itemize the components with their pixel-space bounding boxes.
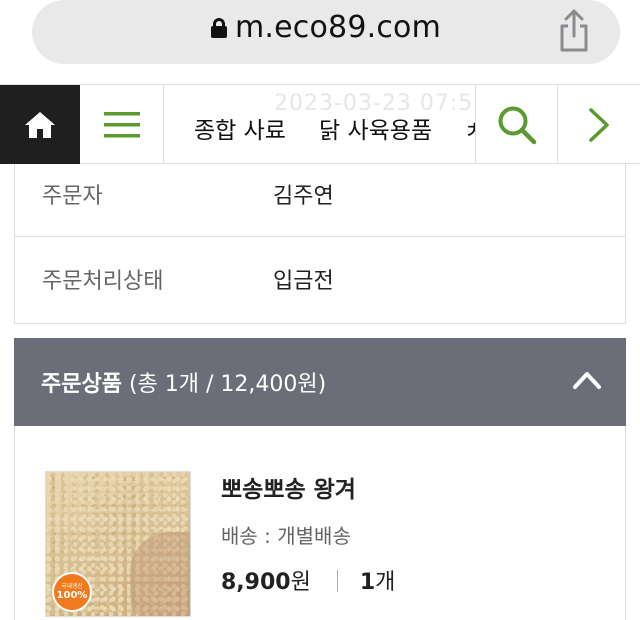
shipping-method: 배송 : 개별배송	[221, 524, 351, 548]
search-icon	[498, 106, 536, 144]
product-name-link[interactable]: 뽀송뽀송 왕겨	[221, 470, 356, 504]
menu-button[interactable]	[80, 85, 164, 164]
address-bar[interactable]: m.eco89.com	[32, 0, 620, 64]
order-status-label: 주문처리상태	[42, 269, 164, 294]
order-item: 국내생산 100% 뽀송뽀송 왕겨 배송 : 개별배송 8,900원 1개	[14, 426, 626, 620]
price-qty-divider	[336, 570, 338, 592]
quantity-value: 1	[359, 570, 376, 595]
product-thumbnail[interactable]: 국내생산 100%	[45, 471, 191, 617]
badge-top-text: 국내생산	[60, 583, 84, 590]
url-text: m.eco89.com	[234, 10, 442, 45]
ordered-items-label: 주문상품	[41, 372, 122, 397]
orderer-label: 주문자	[42, 184, 103, 209]
home-button[interactable]	[0, 85, 80, 164]
order-info-table: 주문자 김주연 주문처리상태 입금전	[14, 164, 626, 324]
category-scroller[interactable]: 2023-03-23 07:51 종합 사료 닭 사육용품 ㅊ	[164, 85, 475, 164]
ordered-items-title: 주문상품 (총 1개 / 12,400원)	[41, 366, 326, 398]
badge-percent: 100%	[56, 590, 88, 601]
ordered-items-summary: (총 1개 / 12,400원)	[128, 372, 327, 397]
home-icon	[25, 111, 55, 138]
hamburger-menu-icon	[103, 111, 140, 137]
price-value: 8,900	[221, 570, 291, 595]
price-quantity-line: 8,900원 1개	[221, 564, 395, 596]
quantity-unit: 개	[375, 570, 396, 595]
nav-category-feed[interactable]: 종합 사료	[194, 111, 286, 145]
next-category-button[interactable]	[557, 85, 640, 164]
url-display[interactable]: m.eco89.com	[32, 10, 620, 45]
nav-category-chicken-supplies[interactable]: 닭 사육용품	[319, 111, 432, 145]
domestic-100-badge: 국내생산 100%	[52, 572, 92, 612]
share-icon[interactable]	[556, 8, 592, 52]
ordered-items-header[interactable]: 주문상품 (총 1개 / 12,400원)	[14, 338, 626, 426]
site-navbar: 2023-03-23 07:51 종합 사료 닭 사육용품 ㅊ	[0, 84, 640, 164]
order-info-row-orderer: 주문자 김주연	[15, 164, 625, 237]
chevron-right-icon	[589, 107, 609, 142]
chevron-up-icon	[573, 372, 601, 389]
search-button[interactable]	[475, 85, 557, 164]
order-info-row-status: 주문처리상태 입금전	[15, 237, 625, 322]
browser-address-area: m.eco89.com	[0, 0, 640, 84]
collapse-button[interactable]	[572, 368, 602, 392]
lock-icon	[210, 18, 227, 38]
nav-category-partial[interactable]: ㅊ	[464, 111, 475, 145]
orderer-value: 김주연	[273, 184, 334, 209]
order-status-value: 입금전	[273, 269, 334, 294]
hand-shadow	[130, 532, 190, 616]
price-unit: 원	[290, 570, 311, 595]
